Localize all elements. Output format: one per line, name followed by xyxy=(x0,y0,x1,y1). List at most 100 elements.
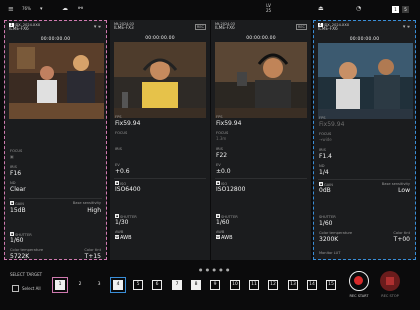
focus-value[interactable]: 1.3m xyxy=(216,136,226,141)
page-indicator[interactable]: ● ● ● ● ● xyxy=(199,267,231,272)
ev-value[interactable]: +0.6 xyxy=(115,168,130,175)
link-icon[interactable]: ⚯ xyxy=(78,5,83,12)
timecode: 00:00:00.00 xyxy=(145,36,175,41)
iris-value[interactable]: F22 xyxy=(216,152,227,159)
base-sensitivity-label: Base sensitivity xyxy=(72,201,101,205)
color-temperature-value[interactable]: 3200K xyxy=(319,236,338,243)
video-frame xyxy=(318,43,413,119)
video-frame xyxy=(9,43,104,119)
shutter-label: SHUTTER xyxy=(319,215,336,219)
fps-value[interactable]: Fix59.94 xyxy=(115,120,140,127)
color-tint-label: Color tint xyxy=(393,231,410,235)
lock-icon: ▪ xyxy=(319,182,323,186)
camera-button-10[interactable]: 10 xyxy=(230,280,240,290)
dual-rec-badge: REC xyxy=(194,24,206,30)
focus-value[interactable]: →wide xyxy=(319,137,332,142)
nd-value[interactable]: Clear xyxy=(10,186,26,193)
rec-start-label: REC START xyxy=(349,294,369,298)
color-tint-value[interactable]: T+15 xyxy=(85,253,101,260)
signal-icon: ▾ ⚹ xyxy=(93,24,101,30)
menu-icon[interactable]: ≡ xyxy=(8,5,14,13)
base-sensitivity-value[interactable]: High xyxy=(87,207,101,214)
focus-label: FOCUS xyxy=(319,132,332,136)
wb-value[interactable]: W AWB xyxy=(216,235,233,241)
select-all-label: Select All xyxy=(22,286,41,291)
video-preview[interactable] xyxy=(318,43,413,119)
shutter-value[interactable]: 1/30 xyxy=(115,219,128,226)
divider xyxy=(114,178,206,179)
camera-panel-2[interactable]: Mt.2024.03 ILME-FX3 REC 00:00:00.00 FPS F… xyxy=(110,20,210,260)
iris-value[interactable]: F1.4 xyxy=(319,153,332,160)
wb-icon: W xyxy=(216,235,220,239)
iris-label: IRIS xyxy=(216,147,223,151)
video-preview[interactable] xyxy=(9,43,104,119)
camera-header: 1 IDX. 2024.XXX ILME-FX6 xyxy=(9,22,41,33)
lock-icon: ▪ xyxy=(216,214,220,218)
nd-value[interactable]: 1/4 xyxy=(319,169,329,176)
wb-label: AWB xyxy=(216,230,225,234)
select-target-label: SELECT TARGET xyxy=(10,272,43,277)
color-temperature-value[interactable]: 5722K xyxy=(10,253,29,260)
focus-label: FOCUS xyxy=(10,149,23,153)
video-preview[interactable] xyxy=(215,42,307,118)
rec-stop-button[interactable] xyxy=(380,271,400,291)
wb-label: AWB xyxy=(115,230,124,234)
gain-value[interactable]: 15dB xyxy=(10,207,26,214)
shutter-value[interactable]: 1/60 xyxy=(10,237,23,244)
nd-label: ND xyxy=(319,164,325,168)
iris-label: IRIS xyxy=(10,165,17,169)
iris-label: IRIS xyxy=(319,148,326,152)
shutter-value[interactable]: 1/60 xyxy=(216,219,229,226)
ev-value[interactable]: ±0.0 xyxy=(216,168,231,175)
iris-label: IRIS xyxy=(115,147,122,151)
iso-value[interactable]: ISO6400 xyxy=(115,186,141,193)
focus-icon: ▣ xyxy=(10,154,14,159)
camera-button-5[interactable]: 5 xyxy=(133,280,143,290)
fps-value[interactable]: Fix59.94 xyxy=(319,121,344,128)
iso-value[interactable]: ISO12800 xyxy=(216,186,245,193)
layout-view-button[interactable]: 5 xyxy=(402,6,409,13)
camera-button-4[interactable]: 4 xyxy=(113,280,123,290)
fps-label: FPS xyxy=(319,116,326,120)
divider xyxy=(9,198,102,199)
ev-label: EV xyxy=(115,163,120,167)
timecode: 00:00:00.00 xyxy=(349,37,380,42)
camera-button-6[interactable]: 6 xyxy=(152,280,162,290)
fps-value[interactable]: Fix59.94 xyxy=(216,120,241,127)
stop-icon xyxy=(386,277,394,285)
shutter-value[interactable]: 1/60 xyxy=(319,220,332,227)
camera-panel-1[interactable]: 1 IDX. 2024.XXX ILME-FX6 ▾ ⚹ 00:00:00.00 … xyxy=(4,20,107,260)
camera-button-14[interactable]: 14 xyxy=(307,280,317,290)
gain-value[interactable]: 0dB xyxy=(319,187,331,194)
camera-button-9[interactable]: 9 xyxy=(210,280,220,290)
camera-panel-3[interactable]: Mt.2024.03 ILME-FX6 REC 00:00:00.00 FPS F… xyxy=(211,20,311,260)
lock-icon: ▪ xyxy=(10,201,14,205)
camera-button-15[interactable]: 15 xyxy=(326,280,336,290)
ev-label: EV xyxy=(216,163,221,167)
video-preview[interactable] xyxy=(114,42,206,118)
grid-view-button[interactable]: 1 xyxy=(392,6,399,13)
camera-button-8[interactable]: 8 xyxy=(191,280,201,290)
camera-button-7[interactable]: 7 xyxy=(172,280,182,290)
chevron-down-icon[interactable]: ▾ xyxy=(40,6,43,12)
wb-value[interactable]: W AWB xyxy=(115,235,132,241)
select-all-checkbox[interactable] xyxy=(12,285,19,292)
lock-icon: ▪ xyxy=(115,181,119,185)
cloud-icon[interactable]: ☁ xyxy=(62,5,68,12)
base-sensitivity-value[interactable]: Low xyxy=(398,187,410,194)
clock-icon[interactable]: ◔ xyxy=(356,5,361,12)
camera-button-1[interactable]: 1 xyxy=(55,280,65,290)
camera-panel-4[interactable]: 4 IDX. 2024.XXX ILME-FX6 ▾ ⚹ 00:00:00.00 … xyxy=(313,20,416,260)
camera-button-3[interactable]: 3 xyxy=(94,280,104,290)
iris-value[interactable]: F16 xyxy=(10,170,21,177)
lock-icon[interactable]: ⏏ xyxy=(318,5,324,12)
camera-button-13[interactable]: 13 xyxy=(288,280,298,290)
camera-button-12[interactable]: 12 xyxy=(268,280,278,290)
rec-stop-label: REC STOP xyxy=(381,294,399,298)
fps-label: FPS xyxy=(115,115,122,119)
color-tint-value[interactable]: T+00 xyxy=(394,236,410,243)
rec-start-button[interactable] xyxy=(349,271,369,291)
camera-button-2[interactable]: 2 xyxy=(75,280,85,290)
battery-indicator: 76% xyxy=(22,6,31,11)
camera-button-11[interactable]: 11 xyxy=(249,280,259,290)
